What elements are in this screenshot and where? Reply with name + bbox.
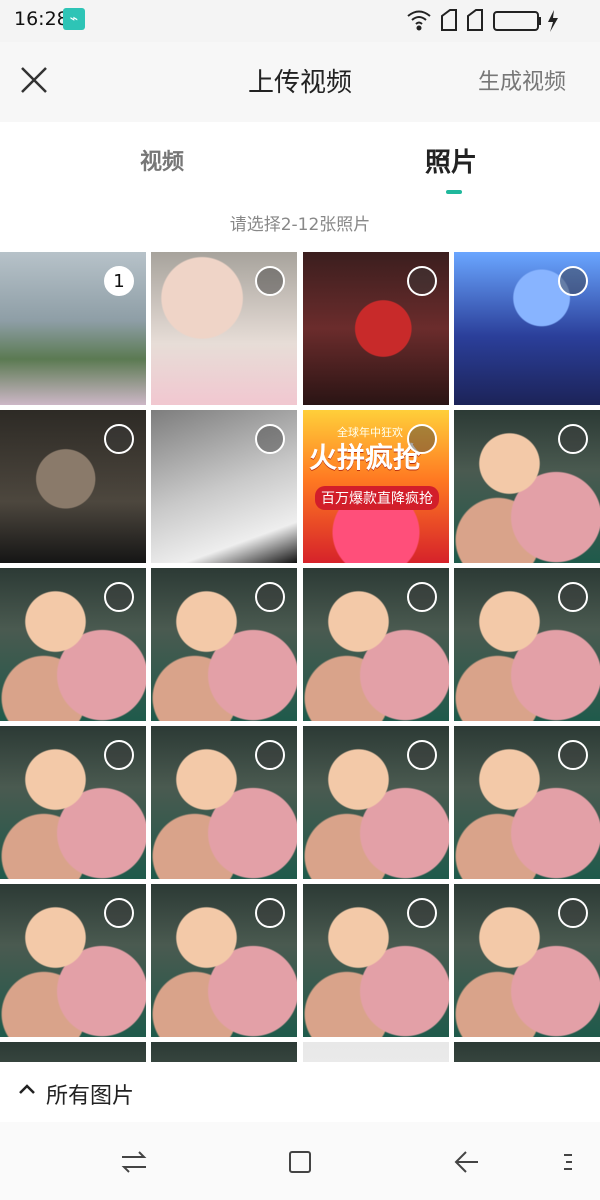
tab-indicator — [446, 190, 462, 194]
app-bar: 上传视频 生成视频 — [0, 42, 600, 122]
photo-thumbnail[interactable] — [454, 252, 600, 405]
menu-icon[interactable] — [554, 1146, 586, 1178]
status-icons — [407, 9, 558, 32]
media-tabs: 视频 照片 — [0, 122, 600, 200]
signal-icon — [441, 9, 483, 31]
photo-thumbnail[interactable] — [303, 1042, 449, 1062]
select-circle[interactable] — [407, 582, 437, 612]
photo-thumbnail[interactable] — [0, 568, 146, 721]
status-time: 16:28 — [14, 8, 69, 30]
select-circle[interactable] — [558, 898, 588, 928]
back-icon[interactable] — [450, 1146, 482, 1178]
photo-thumbnail[interactable] — [303, 884, 449, 1037]
photo-thumbnail[interactable] — [303, 568, 449, 721]
generate-video-button[interactable]: 生成视频 — [478, 64, 566, 96]
album-label: 所有图片 — [46, 1084, 135, 1109]
select-circle[interactable] — [255, 898, 285, 928]
select-circle[interactable] — [407, 898, 437, 928]
photo-thumbnail[interactable] — [0, 726, 146, 879]
select-circle[interactable] — [255, 266, 285, 296]
photo-thumbnail[interactable] — [454, 884, 600, 1037]
photo-thumbnail[interactable] — [151, 884, 297, 1037]
photo-thumbnail[interactable] — [151, 568, 297, 721]
select-circle[interactable] — [558, 582, 588, 612]
chevron-up-icon — [19, 1084, 35, 1094]
select-circle[interactable] — [558, 740, 588, 770]
select-circle[interactable] — [407, 266, 437, 296]
album-selector[interactable]: 所有图片 — [0, 1062, 600, 1122]
tab-photo[interactable]: 照片 — [425, 142, 477, 179]
selection-badge[interactable]: 1 — [104, 266, 134, 296]
recent-apps-icon[interactable] — [118, 1146, 150, 1178]
selection-hint: 请选择2-12张照片 — [229, 215, 371, 235]
select-circle[interactable] — [407, 424, 437, 454]
photo-thumbnail[interactable] — [303, 726, 449, 879]
usb-icon: ⌁ — [63, 8, 85, 30]
photo-thumbnail[interactable] — [454, 1042, 600, 1062]
photo-thumbnail[interactable]: 1 — [0, 252, 146, 405]
select-circle[interactable] — [104, 582, 134, 612]
photo-grid: 1 全球年中狂欢 火拼疯抢 百万爆款直降疯抢 — [0, 252, 600, 1062]
promo-text: 百万爆款直降疯抢 — [315, 486, 439, 510]
select-circle[interactable] — [104, 740, 134, 770]
home-icon[interactable] — [284, 1146, 316, 1178]
promo-text: 火拼疯抢 — [309, 441, 422, 474]
photo-thumbnail[interactable] — [151, 252, 297, 405]
photo-thumbnail[interactable] — [454, 726, 600, 879]
photo-thumbnail[interactable] — [151, 1042, 297, 1062]
photo-thumbnail[interactable] — [454, 410, 600, 563]
photo-thumbnail[interactable] — [0, 410, 146, 563]
select-circle[interactable] — [104, 424, 134, 454]
select-circle[interactable] — [255, 582, 285, 612]
photo-thumbnail[interactable]: 全球年中狂欢 火拼疯抢 百万爆款直降疯抢 — [303, 410, 449, 563]
select-circle[interactable] — [255, 424, 285, 454]
select-circle[interactable] — [558, 424, 588, 454]
select-circle[interactable] — [558, 266, 588, 296]
photo-thumbnail[interactable] — [151, 410, 297, 563]
photo-thumbnail[interactable] — [454, 568, 600, 721]
photo-thumbnail[interactable] — [303, 252, 449, 405]
system-nav-bar — [0, 1122, 600, 1200]
photo-thumbnail[interactable] — [0, 884, 146, 1037]
status-bar: 16:28 ⌁ — [0, 0, 600, 42]
select-circle[interactable] — [407, 740, 437, 770]
wifi-icon — [407, 10, 431, 31]
tab-video[interactable]: 视频 — [140, 144, 184, 176]
photo-thumbnail[interactable] — [151, 726, 297, 879]
select-circle[interactable] — [255, 740, 285, 770]
photo-thumbnail[interactable] — [0, 1042, 146, 1062]
battery-icon — [493, 10, 558, 32]
select-circle[interactable] — [104, 898, 134, 928]
